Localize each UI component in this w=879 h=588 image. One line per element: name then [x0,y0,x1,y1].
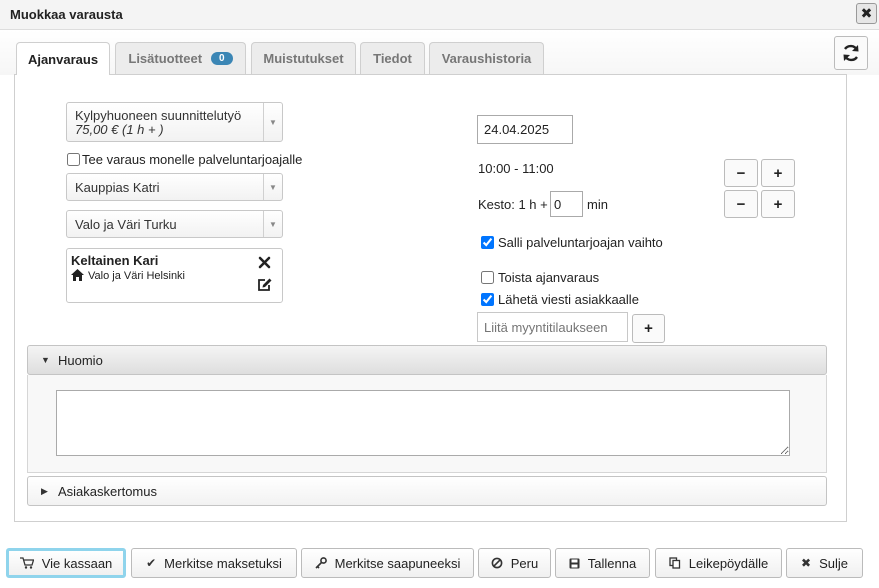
mark-paid-button[interactable]: ✔ Merkitse maksetuksi [131,548,297,578]
tab-label: Tiedot [373,51,412,66]
note-section-title: Huomio [58,352,103,368]
tab-muistutukset[interactable]: Muistutukset [251,42,356,74]
customer-report-section-header[interactable]: ▶ Asiakaskertomus [27,476,827,506]
chevron-down-icon: ▼ [263,211,282,237]
refresh-button[interactable] [834,36,868,70]
allow-provider-switch-label: Salli palveluntarjoajan vaihto [498,235,663,250]
tab-lisatuotteet[interactable]: Lisätuotteet 0 [115,42,246,74]
note-section-header[interactable]: ▼ Huomio [27,345,827,375]
dialog-title: Muokkaa varausta [10,7,123,22]
refresh-icon [843,44,859,62]
sales-order-input[interactable] [477,312,628,342]
minus-icon: − [736,195,746,213]
close-icon: ✖ [801,556,812,570]
provider-value: Kauppias Katri [75,180,160,195]
tab-label: Lisätuotteet [128,51,203,66]
mark-paid-label: Merkitse maksetuksi [164,555,282,571]
check-icon: ✔ [146,556,157,570]
time-range: 10:00 - 11:00 [478,161,554,176]
service-name: Kylpyhuoneen suunnittelutyö [75,108,242,123]
attach-sales-order-button[interactable]: + [632,314,665,343]
repeat-booking-label: Toista ajanvaraus [498,270,600,285]
plus-icon: + [773,164,783,182]
tab-label: Muistutukset [263,51,344,66]
dialog-titlebar: Muokkaa varausta ✖ [0,0,879,30]
to-checkout-button[interactable]: Vie kassaan [6,548,126,578]
save-button[interactable]: Tallenna [555,548,650,578]
tab-tiedot[interactable]: Tiedot [360,42,425,74]
customer-report-section-title: Asiakaskertomus [58,483,157,499]
tab-label: Ajanvaraus [27,51,99,67]
mark-arrived-button[interactable]: Merkitse saapuneeksi [301,548,474,578]
plus-icon: + [773,195,783,213]
provider-select[interactable]: Kauppias Katri ▼ [66,173,283,201]
chevron-down-icon: ▼ [263,103,282,141]
multi-provider-checkbox[interactable] [67,153,80,166]
edit-customer-icon[interactable] [257,278,272,292]
note-textarea[interactable] [56,390,790,456]
cancel-booking-button[interactable]: Peru [478,548,551,578]
repeat-booking-checkbox[interactable] [481,271,494,284]
date-input[interactable] [477,115,573,144]
save-icon [569,558,580,568]
ban-icon [491,557,503,569]
duration-minutes-input[interactable] [550,191,583,217]
caret-right-icon: ▶ [41,485,48,496]
multi-provider-label: Tee varaus monelle palveluntarjoajalle [82,152,303,167]
customer-name[interactable]: Keltainen Kari [71,253,158,268]
cart-icon [19,557,34,569]
close-icon: ✖ [860,5,873,21]
mark-arrived-label: Merkitse saapuneeksi [334,555,461,571]
tab-varaushistoria[interactable]: Varaushistoria [429,42,544,74]
tab-bar: Ajanvaraus Lisätuotteet 0 Muistutukset T… [0,30,879,75]
plus-icon: + [644,320,653,337]
service-price: 75,00 € (1 h + ) [75,122,164,137]
cancel-booking-label: Peru [510,555,539,571]
send-message-label: Lähetä viesti asiakkaalle [498,292,639,307]
send-message-checkbox[interactable] [481,293,494,306]
close-dialog-button[interactable]: ✖ Sulje [786,548,863,578]
count-badge: 0 [211,52,233,65]
caret-down-icon: ▼ [41,355,50,365]
copy-to-clipboard-button[interactable]: Leikepöydälle [655,548,782,578]
service-select[interactable]: Kylpyhuoneen suunnittelutyö 75,00 € (1 h… [66,102,283,142]
copy-to-clipboard-label: Leikepöydälle [688,555,769,571]
time-minus-button[interactable]: − [724,159,758,187]
location-select[interactable]: Valo ja Väri Turku ▼ [66,210,283,238]
duration-label: Kesto: 1 h + [478,197,548,212]
minus-icon: − [736,164,746,182]
key-icon [315,557,327,569]
tab-label: Varaushistoria [441,51,532,66]
allow-provider-switch-checkbox[interactable] [481,236,494,249]
home-icon [71,269,84,281]
time-plus-button[interactable]: + [761,159,795,187]
dialog-close-button[interactable]: ✖ [856,3,877,24]
tab-ajanvaraus[interactable]: Ajanvaraus [16,42,110,75]
duration-plus-button[interactable]: + [761,190,795,218]
location-value: Valo ja Väri Turku [75,217,177,232]
customer-card: Keltainen Kari Valo ja Väri Helsinki [66,248,283,303]
customer-location: Valo ja Väri Helsinki [88,270,186,282]
duration-minus-button[interactable]: − [724,190,758,218]
save-label: Tallenna [587,555,637,571]
clipboard-icon [669,557,680,569]
close-dialog-label: Sulje [819,555,848,571]
chevron-down-icon: ▼ [263,174,282,200]
duration-unit: min [587,197,608,212]
to-checkout-label: Vie kassaan [41,555,113,571]
remove-customer-icon[interactable] [258,256,271,269]
